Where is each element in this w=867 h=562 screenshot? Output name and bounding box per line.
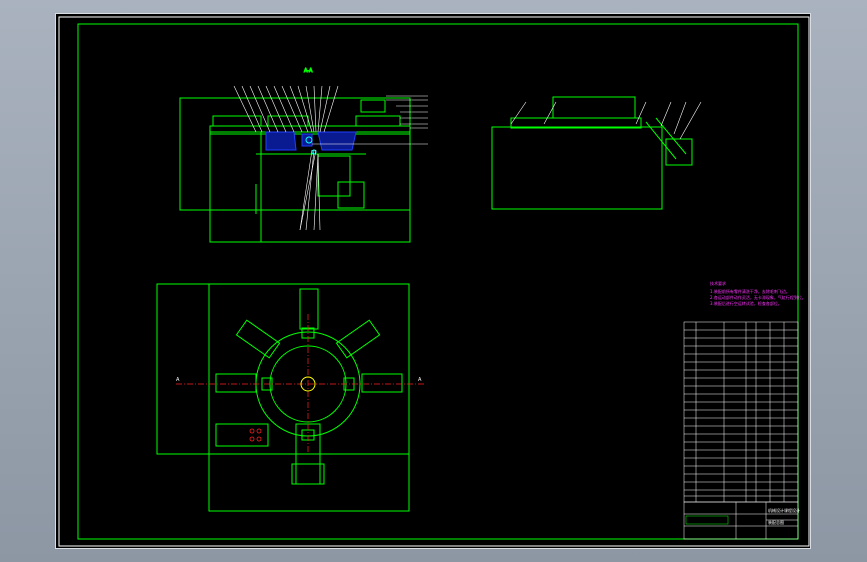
control-panel-buttons (249, 428, 262, 442)
plan-view-centerlines (176, 314, 424, 454)
front-view-leaders (233, 85, 428, 231)
plan-view (156, 283, 410, 512)
side-view-leaders (510, 101, 702, 140)
section-mark-left: A (176, 377, 180, 383)
title-block-highlight (685, 515, 729, 525)
outer-sheet-border (58, 16, 810, 547)
note-line-1: 1.装配前所有零件清洗干净，去除毛刺飞边。 (710, 288, 790, 294)
note-line-3: 3.装配后进行空运转试验，检查各部位。 (710, 300, 782, 306)
technical-notes: 技术要求 1.装配前所有零件清洗干净，去除毛刺飞边。 2.各运动部件动作灵活，无… (710, 280, 806, 306)
front-view: A-A (179, 68, 411, 243)
title-block-drawing-title: 装配总图 (768, 519, 784, 525)
title-block-school: 机械设计课程设计 (768, 507, 800, 513)
front-view-hatch (265, 131, 357, 151)
section-mark-right: A (418, 377, 422, 383)
parts-list-table (683, 321, 799, 503)
note-line-2: 2.各运动部件动作灵活，无卡滞现象，气缸行程到位。 (710, 294, 806, 300)
notes-heading: 技术要求 (710, 280, 726, 286)
inner-sheet-border (77, 23, 799, 540)
section-label-top: A-A (304, 68, 313, 74)
cad-viewport[interactable]: A-A A A 技术要求 1.装配前所有零件清洗干净，去除毛刺飞边。 2.各运动… (55, 13, 811, 549)
side-view (491, 96, 693, 210)
assembly-drawing: A-A A A 技术要求 1.装配前所有零件清洗干净，去除毛刺飞边。 2.各运动… (58, 16, 810, 547)
